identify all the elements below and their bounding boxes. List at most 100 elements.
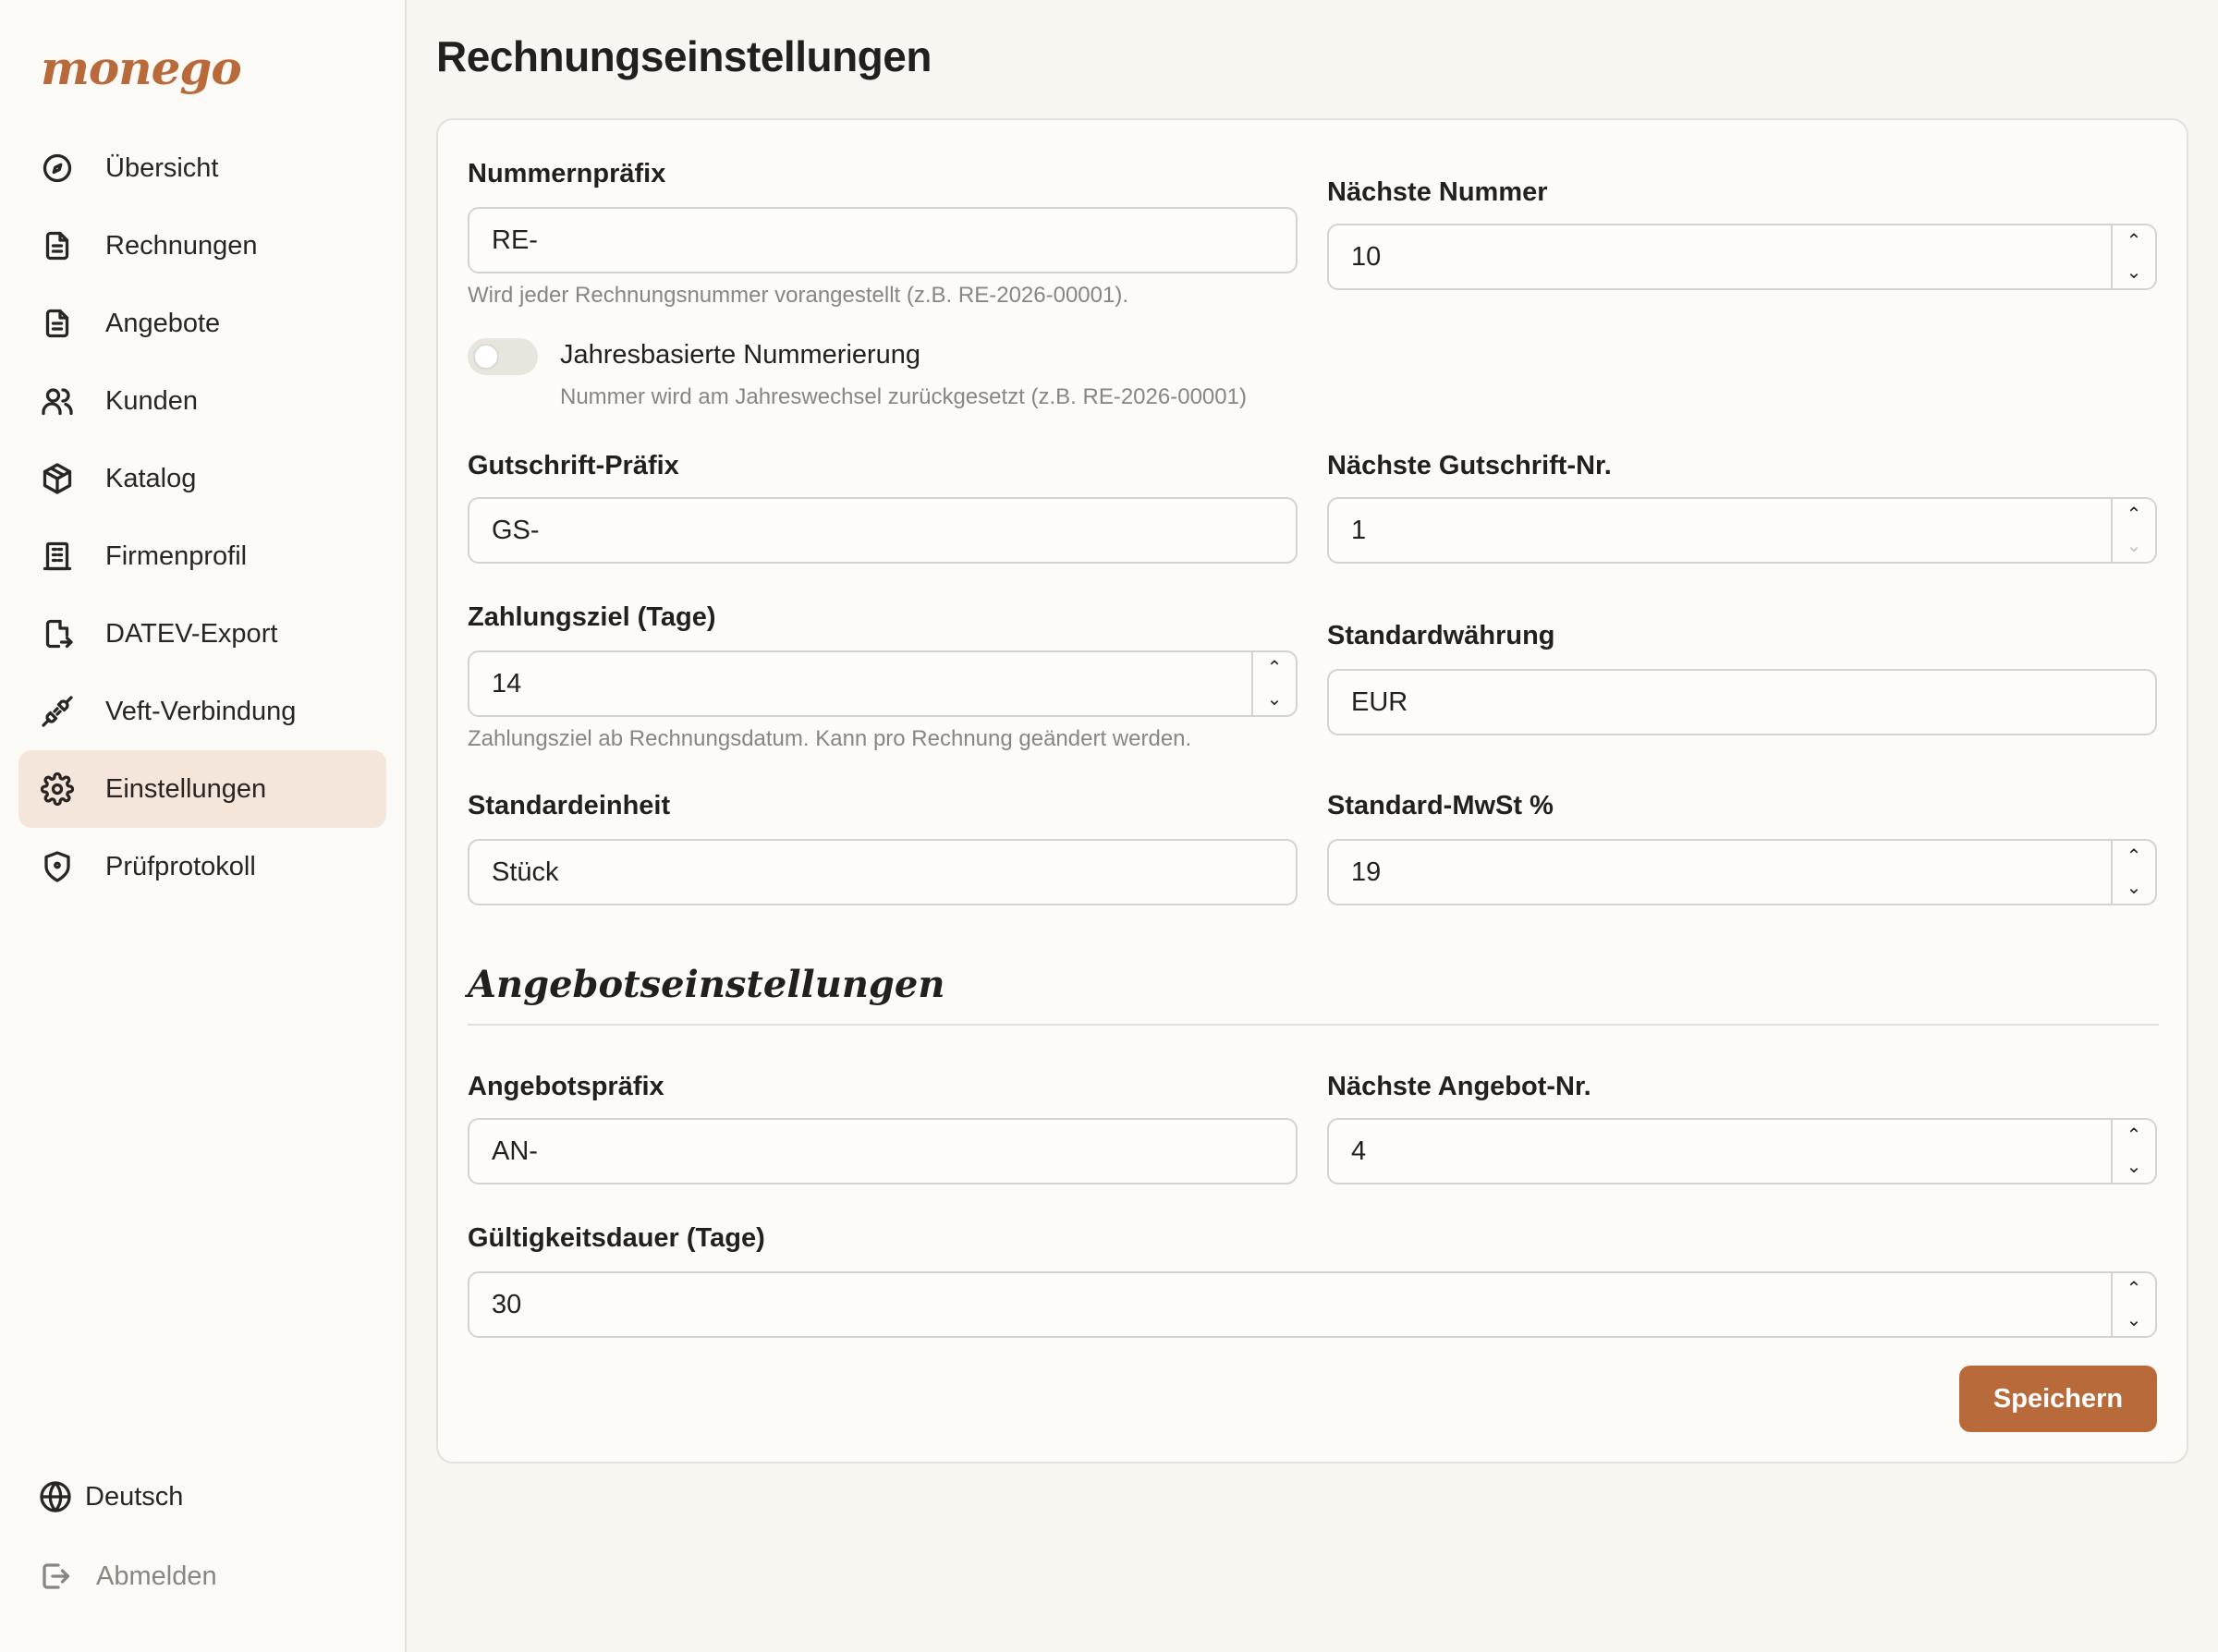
chevron-down-icon[interactable]: ⌄ (2127, 263, 2142, 282)
validity-label: Gültigkeitsdauer (Tage) (468, 1223, 765, 1253)
chevron-up-icon[interactable]: ⌃ (2127, 1126, 2142, 1145)
currency-input[interactable]: EUR (1327, 669, 2157, 735)
number-stepper[interactable]: ⌃ ⌄ (2111, 225, 2155, 288)
validity-input[interactable]: 30 ⌃ ⌄ (468, 1271, 2157, 1338)
file-export-icon (41, 617, 74, 650)
section-divider (468, 1024, 2159, 1026)
payment-term-hint: Zahlungsziel ab Rechnungsdatum. Kann pro… (468, 726, 1192, 751)
chevron-down-icon[interactable]: ⌄ (2127, 537, 2142, 555)
plug-icon (41, 695, 74, 728)
input-value: EUR (1351, 686, 1408, 717)
next-quote-input[interactable]: 4 ⌃ ⌄ (1327, 1118, 2157, 1184)
quote-prefix-label: Angebotspräfix (468, 1072, 664, 1101)
next-quote-label: Nächste Angebot-Nr. (1327, 1072, 1591, 1101)
sidebar-item-label: Firmenprofil (105, 541, 248, 571)
building-icon (41, 540, 74, 573)
sidebar: monego Übersicht Rechnungen Angebote Kun… (0, 0, 407, 1652)
credit-prefix-input[interactable]: GS- (468, 497, 1298, 564)
sidebar-item-firmenprofil[interactable]: Firmenprofil (18, 517, 386, 595)
unit-label: Standardeinheit (468, 791, 671, 820)
package-icon (41, 462, 74, 495)
input-value: 4 (1351, 1136, 1367, 1166)
logout-button[interactable]: Abmelden (39, 1560, 217, 1593)
yearly-numbering-label: Jahresbasierte Nummerierung (560, 340, 921, 370)
sidebar-item-label: Veft-Verbindung (105, 696, 297, 726)
gear-icon (40, 771, 75, 807)
dashboard-gauge-icon (41, 152, 74, 185)
sidebar-nav: Übersicht Rechnungen Angebote Kunden Kat… (18, 129, 386, 905)
sidebar-item-rechnungen[interactable]: Rechnungen (18, 207, 386, 285)
invoice-prefix-input[interactable]: RE- (468, 207, 1298, 273)
sidebar-item-katalog[interactable]: Katalog (18, 440, 386, 517)
input-value: 19 (1351, 856, 1382, 887)
invoice-prefix-label: Nummernpräfix (468, 159, 666, 188)
credit-prefix-label: Gutschrift-Präfix (468, 451, 679, 480)
number-stepper[interactable]: ⌃ ⌄ (2111, 499, 2155, 562)
chevron-down-icon[interactable]: ⌄ (2127, 879, 2142, 897)
quote-settings-title: Angebotseinstellungen (468, 963, 945, 1006)
logout-label: Abmelden (96, 1561, 217, 1591)
save-button[interactable]: Speichern (1959, 1366, 2157, 1432)
sidebar-item-label: Übersicht (105, 152, 219, 183)
chevron-up-icon[interactable]: ⌃ (2127, 847, 2142, 866)
input-value: 14 (492, 668, 522, 698)
logout-icon (39, 1560, 72, 1593)
next-credit-input[interactable]: 1 ⌃ ⌄ (1327, 497, 2157, 564)
chevron-up-icon[interactable]: ⌃ (2127, 505, 2142, 524)
next-number-label: Nächste Nummer (1327, 177, 1548, 207)
settings-card: Nummernpräfix RE- Wird jeder Rechnungsnu… (436, 118, 2188, 1464)
sidebar-item-veft-verbindung[interactable]: Veft-Verbindung (18, 673, 386, 750)
sidebar-item-einstellungen[interactable]: Einstellungen (18, 750, 386, 828)
document-icon (41, 307, 74, 340)
language-switcher[interactable]: Deutsch (39, 1480, 183, 1513)
yearly-numbering-hint: Nummer wird am Jahreswechsel zurückgeset… (560, 384, 1247, 409)
next-number-input[interactable]: 10 ⌃ ⌄ (1327, 224, 2157, 290)
number-stepper[interactable]: ⌃ ⌄ (2111, 1120, 2155, 1183)
sidebar-item-uebersicht[interactable]: Übersicht (18, 129, 386, 207)
sidebar-item-label: Prüfprotokoll (105, 851, 256, 881)
input-value: RE- (492, 225, 538, 255)
sidebar-item-label: Einstellungen (105, 773, 267, 804)
sidebar-item-label: Katalog (105, 463, 197, 493)
number-stepper[interactable]: ⌃ ⌄ (2111, 1273, 2155, 1336)
sidebar-item-pruefprotokoll[interactable]: Prüfprotokoll (18, 828, 386, 905)
invoice-prefix-hint: Wird jeder Rechnungsnummer vorangestellt… (468, 283, 1128, 308)
input-value: 10 (1351, 241, 1382, 272)
number-stepper[interactable]: ⌃ ⌄ (1251, 652, 1296, 715)
globe-icon (39, 1480, 72, 1513)
sidebar-item-angebote[interactable]: Angebote (18, 285, 386, 362)
vat-label: Standard-MwSt % (1327, 791, 1554, 820)
brand-logo[interactable]: monego (41, 41, 242, 95)
input-value: GS- (492, 515, 540, 545)
sidebar-item-label: DATEV-Export (105, 618, 278, 649)
chevron-down-icon[interactable]: ⌄ (2127, 1158, 2142, 1176)
sidebar-item-label: Kunden (105, 385, 198, 416)
shield-icon (41, 850, 74, 883)
document-icon (41, 229, 74, 262)
next-credit-label: Nächste Gutschrift-Nr. (1327, 451, 1612, 480)
input-value: AN- (492, 1136, 538, 1166)
sidebar-item-label: Angebote (105, 308, 221, 338)
number-stepper[interactable]: ⌃ ⌄ (2111, 841, 2155, 904)
chevron-up-icon[interactable]: ⌃ (2127, 1280, 2142, 1298)
chevron-up-icon[interactable]: ⌃ (1267, 659, 1283, 677)
sidebar-item-datev-export[interactable]: DATEV-Export (18, 595, 386, 673)
vat-input[interactable]: 19 ⌃ ⌄ (1327, 839, 2157, 905)
payment-term-input[interactable]: 14 ⌃ ⌄ (468, 650, 1298, 717)
sidebar-item-kunden[interactable]: Kunden (18, 362, 386, 440)
yearly-numbering-toggle[interactable] (468, 338, 538, 375)
chevron-down-icon[interactable]: ⌄ (1267, 690, 1283, 709)
payment-term-label: Zahlungsziel (Tage) (468, 602, 716, 632)
chevron-down-icon[interactable]: ⌄ (2127, 1311, 2142, 1330)
unit-input[interactable]: Stück (468, 839, 1298, 905)
sidebar-item-label: Rechnungen (105, 230, 258, 261)
input-value: 30 (492, 1289, 522, 1319)
language-label: Deutsch (85, 1481, 184, 1512)
currency-label: Standardwährung (1327, 621, 1555, 650)
quote-prefix-input[interactable]: AN- (468, 1118, 1298, 1184)
page-title: Rechnungseinstellungen (436, 32, 932, 80)
users-icon (41, 384, 74, 418)
input-value: Stück (492, 856, 559, 887)
input-value: 1 (1351, 515, 1367, 545)
chevron-up-icon[interactable]: ⌃ (2127, 232, 2142, 250)
